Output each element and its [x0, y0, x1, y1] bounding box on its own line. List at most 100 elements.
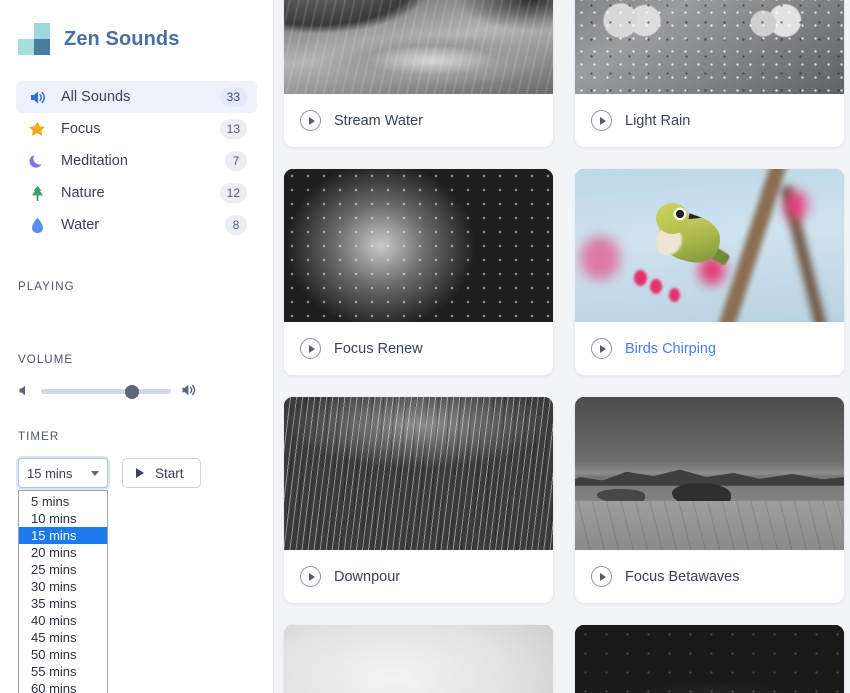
timer-section: TIMER 15 mins 5 mins 10 mins 15 mins 20 … — [16, 431, 257, 693]
light-rain-image — [575, 0, 844, 94]
sound-card-title[interactable]: Birds Chirping — [625, 341, 716, 357]
volume-control — [16, 383, 257, 400]
sidebar-item-focus[interactable]: Focus 13 — [16, 113, 257, 145]
play-icon[interactable] — [300, 110, 321, 131]
speaker-icon — [25, 90, 49, 105]
app-logo-icon — [18, 23, 50, 55]
timer-option[interactable]: 10 mins — [19, 510, 107, 527]
sound-card[interactable]: Birds Chirping — [575, 169, 844, 375]
sidebar-item-label: Meditation — [61, 153, 128, 169]
sound-card-title: Focus Renew — [334, 340, 423, 357]
sidebar-item-meditation[interactable]: Meditation 7 — [16, 145, 257, 177]
brand: Zen Sounds — [16, 0, 257, 62]
focus-renew-image — [284, 169, 553, 322]
timer-option[interactable]: 5 mins — [19, 493, 107, 510]
play-icon[interactable] — [591, 566, 612, 587]
play-icon[interactable] — [591, 110, 612, 131]
speaker-high-icon — [181, 383, 197, 400]
downpour-image — [284, 397, 553, 550]
timer-option[interactable]: 40 mins — [19, 612, 107, 629]
play-icon[interactable] — [591, 338, 612, 359]
sound-grid: Stream Water Light Rain Focus Renew Bird… — [274, 0, 850, 693]
sound-thumbnail — [575, 0, 844, 94]
sound-card[interactable]: Focus Renew — [284, 169, 553, 375]
sound-card-title: Focus Betawaves — [625, 568, 740, 585]
foggy-peak-image — [284, 625, 553, 693]
sound-card-title: Downpour — [334, 568, 401, 585]
sound-card-title: Light Rain — [625, 112, 691, 129]
play-icon[interactable] — [300, 566, 321, 587]
volume-section: VOLUME — [16, 354, 257, 400]
timer-option[interactable]: 60 mins — [19, 680, 107, 693]
night-structure-image — [575, 625, 844, 693]
sound-thumbnail — [284, 397, 553, 550]
play-icon — [136, 468, 144, 478]
sound-card-title: Stream Water — [334, 112, 423, 129]
timer-option[interactable]: 45 mins — [19, 629, 107, 646]
sound-card[interactable]: Focus Betawaves — [575, 397, 844, 603]
focus-betawaves-image — [575, 397, 844, 550]
droplet-icon — [25, 217, 49, 234]
sound-card[interactable]: Stream Water — [284, 0, 553, 147]
timer-option[interactable]: 55 mins — [19, 663, 107, 680]
sound-card-footer: Downpour — [284, 550, 553, 603]
timer-duration-select[interactable]: 15 mins — [18, 458, 108, 488]
sidebar-item-water[interactable]: Water 8 — [16, 209, 257, 241]
sound-card-footer: Stream Water — [284, 94, 553, 147]
sidebar-item-nature[interactable]: Nature 12 — [16, 177, 257, 209]
sound-card-footer: Focus Betawaves — [575, 550, 844, 603]
sidebar-item-label: All Sounds — [61, 89, 131, 105]
sound-card[interactable] — [284, 625, 553, 693]
sidebar-item-count: 12 — [219, 183, 247, 203]
sidebar-item-label: Water — [61, 217, 100, 233]
sound-card[interactable]: Downpour — [284, 397, 553, 603]
playing-value — [16, 293, 257, 327]
sound-thumbnail — [284, 625, 553, 693]
chevron-down-icon — [91, 470, 99, 476]
timer-option[interactable]: 25 mins — [19, 561, 107, 578]
sound-card-footer: Birds Chirping — [575, 322, 844, 375]
tree-icon — [25, 185, 49, 202]
sidebar-item-count: 13 — [219, 119, 247, 139]
timer-option[interactable]: 50 mins — [19, 646, 107, 663]
sidebar-item-count: 8 — [225, 215, 247, 235]
playing-section: PLAYING — [16, 281, 257, 327]
stream-water-image — [284, 0, 553, 94]
timer-option-selected[interactable]: 15 mins — [19, 527, 107, 544]
sidebar-nav: All Sounds 33 Focus 13 Meditation 7 Natu… — [16, 81, 257, 241]
start-timer-label: Start — [155, 465, 184, 481]
timer-label: TIMER — [18, 431, 60, 443]
sidebar-item-count: 7 — [225, 151, 247, 171]
volume-slider[interactable] — [41, 384, 171, 399]
sound-thumbnail — [284, 169, 553, 322]
volume-slider-track — [41, 389, 171, 394]
sound-card-footer: Light Rain — [575, 94, 844, 147]
sidebar-item-label: Nature — [61, 185, 105, 201]
sound-thumbnail — [575, 625, 844, 693]
volume-label: VOLUME — [18, 354, 74, 366]
sidebar-item-label: Focus — [61, 121, 101, 137]
app-root: Zen Sounds All Sounds 33 Focus 13 Medita… — [0, 0, 850, 693]
sidebar-item-count: 33 — [219, 87, 247, 107]
sound-card[interactable]: Light Rain — [575, 0, 844, 147]
timer-duration-select-wrapper: 15 mins 5 mins 10 mins 15 mins 20 mins 2… — [18, 458, 108, 693]
sound-thumbnail — [284, 0, 553, 94]
timer-option[interactable]: 20 mins — [19, 544, 107, 561]
star-icon — [25, 121, 49, 137]
timer-duration-options[interactable]: 5 mins 10 mins 15 mins 20 mins 25 mins 3… — [18, 490, 108, 693]
sound-thumbnail — [575, 397, 844, 550]
sound-library: Stream Water Light Rain Focus Renew Bird… — [274, 0, 850, 693]
playing-label: PLAYING — [18, 281, 75, 293]
timer-option[interactable]: 30 mins — [19, 578, 107, 595]
start-timer-button[interactable]: Start — [122, 458, 201, 488]
sidebar: Zen Sounds All Sounds 33 Focus 13 Medita… — [0, 0, 274, 693]
play-icon[interactable] — [300, 338, 321, 359]
sound-card-footer: Focus Renew — [284, 322, 553, 375]
timer-option[interactable]: 35 mins — [19, 595, 107, 612]
timer-duration-value: 15 mins — [27, 465, 73, 481]
speaker-low-icon — [18, 384, 31, 399]
timer-controls: 15 mins 5 mins 10 mins 15 mins 20 mins 2… — [16, 458, 257, 693]
volume-slider-thumb[interactable] — [125, 384, 139, 399]
sidebar-item-all-sounds[interactable]: All Sounds 33 — [16, 81, 257, 113]
sound-card[interactable] — [575, 625, 844, 693]
